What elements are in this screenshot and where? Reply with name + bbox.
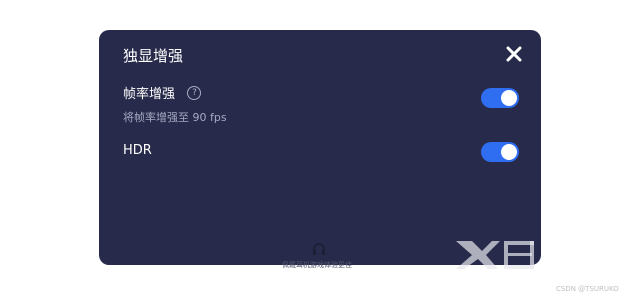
help-icon[interactable]: ? [187, 85, 202, 100]
hdr-toggle[interactable] [481, 142, 519, 162]
toggle-knob [501, 144, 517, 160]
watermark-logo [456, 241, 534, 269]
setting-label: 帧率增强 [123, 87, 176, 102]
close-button[interactable] [503, 43, 525, 65]
setting-frame-rate-boost: 帧率增强 ? 将帧率增强至 90 fps [123, 83, 519, 124]
headset-hint: 佩戴耳机游戏体验更佳 [282, 261, 352, 269]
gpu-boost-panel: 独显增强 帧率增强 ? 将帧率增强至 90 fps HDR [99, 30, 541, 265]
screen: 独显增强 帧率增强 ? 将帧率增强至 90 fps HDR 佩戴耳机游戏体验更佳… [0, 0, 640, 295]
setting-description: 将帧率增强至 90 fps [123, 111, 227, 124]
frame-rate-boost-toggle[interactable] [481, 88, 519, 108]
setting-hdr: HDR [123, 142, 519, 162]
panel-title: 独显增强 [123, 47, 184, 65]
watermark-text: CSDN @TSURUKO [556, 285, 619, 293]
headset-icon [313, 243, 325, 255]
setting-label: HDR [123, 143, 152, 159]
close-icon [506, 46, 522, 62]
toggle-knob [501, 90, 517, 106]
